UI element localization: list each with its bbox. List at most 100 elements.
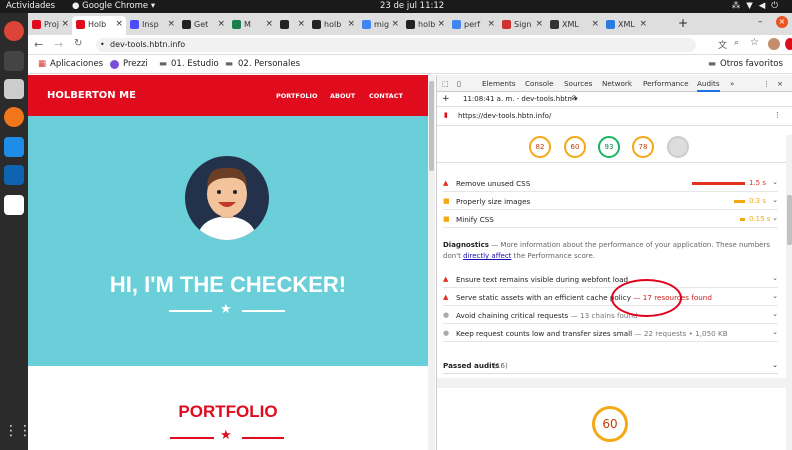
tab-label: XML <box>562 20 579 29</box>
tab-label: Get <box>194 20 209 29</box>
browser-tab[interactable]: XML × <box>602 16 650 35</box>
star-icon: ★ <box>220 302 232 317</box>
browser-tab[interactable]: Sign × <box>498 16 546 35</box>
browser-tab[interactable]: XML × <box>546 16 602 35</box>
passed-audits-toggle[interactable]: Passed audits (16) ⌄ <box>443 357 778 374</box>
browser-tab[interactable]: mig × <box>358 16 402 35</box>
tab-close-icon[interactable]: × <box>115 16 123 33</box>
reload-button[interactable]: ↻ <box>74 38 82 49</box>
audit-report-select[interactable]: 11:08:41 a. m. - dev-tools.hbtn ▾ <box>463 95 578 103</box>
browser-tab[interactable]: holb × <box>402 16 448 35</box>
page-scrollbar[interactable] <box>428 75 435 450</box>
app-menu[interactable]: ● Google Chrome ▾ <box>72 1 155 11</box>
browser-tab[interactable]: perf × <box>448 16 498 35</box>
translate-icon[interactable]: 文 <box>718 38 727 51</box>
bookmark-personales[interactable]: 02. Personales <box>238 59 300 69</box>
inspect-icon[interactable]: ⬚ <box>442 79 449 88</box>
clock[interactable]: 23 de jul 11:12 <box>380 1 444 11</box>
devtools-scrollbar[interactable] <box>786 135 792 450</box>
score-gauge-pwa[interactable] <box>667 136 689 158</box>
chrome-launcher-icon[interactable] <box>4 21 24 41</box>
devtools-menu-icon[interactable]: ⋮ <box>763 79 770 88</box>
score-gauge-best-practices[interactable]: 93 <box>598 136 620 158</box>
diagnostic-row[interactable]: ▲ Ensure text remains visible during webf… <box>443 271 778 288</box>
opportunity-row[interactable]: ■ Minify CSS 0.15 s ⌄ <box>443 211 778 228</box>
tab-elements[interactable]: Elements <box>482 79 516 88</box>
audit-menu-icon[interactable]: ⋮ <box>774 111 781 119</box>
more-tabs-button[interactable]: » <box>730 79 734 88</box>
tab-close-icon[interactable]: × <box>61 16 69 33</box>
activities-button[interactable]: Actividades <box>6 1 55 11</box>
tab-console[interactable]: Console <box>525 79 554 88</box>
bookmark-star-icon[interactable]: ☆ <box>750 37 759 48</box>
browser-tab[interactable]: M × <box>228 16 276 35</box>
opportunity-label: Remove unused CSS <box>456 179 531 188</box>
device-toggle-icon[interactable]: ▯ <box>457 79 461 88</box>
tab-close-icon[interactable]: × <box>535 16 543 33</box>
diagnostics-link[interactable]: directly affect <box>463 252 511 260</box>
browser-tab[interactable]: holb × <box>308 16 358 35</box>
chevron-down-icon: ⌄ <box>772 292 778 300</box>
tab-close-icon[interactable]: × <box>639 16 647 33</box>
tab-close-icon[interactable]: × <box>591 16 599 33</box>
back-button[interactable]: ← <box>34 38 43 51</box>
browser-tab[interactable]: × <box>276 16 308 35</box>
bookmark-other[interactable]: Otros favoritos <box>720 59 783 69</box>
nav-contact[interactable]: CONTACT <box>369 92 403 100</box>
opportunity-row[interactable]: ▲ Remove unused CSS 1.5 s ⌄ <box>443 175 778 192</box>
tab-audits[interactable]: Audits <box>697 79 720 92</box>
clear-icon[interactable]: ⊘ <box>571 94 577 102</box>
new-tab-button[interactable]: + <box>678 16 688 30</box>
window-minimize-button[interactable]: – <box>758 17 763 27</box>
bookmark-estudio[interactable]: 01. Estudio <box>171 59 219 69</box>
skype-icon[interactable] <box>4 137 24 157</box>
tab-close-icon[interactable]: × <box>437 16 445 33</box>
window-close-button[interactable]: × <box>776 16 788 28</box>
diagnostic-row[interactable]: ● Keep request counts low and transfer si… <box>443 325 778 342</box>
address-bar[interactable]: • dev-tools.hbtn.info <box>96 38 696 52</box>
browser-tab[interactable]: Insp × <box>126 16 178 35</box>
devtools-close-icon[interactable]: × <box>777 79 783 88</box>
tab-close-icon[interactable]: × <box>217 16 225 33</box>
tab-network[interactable]: Network <box>602 79 632 88</box>
nav-about[interactable]: ABOUT <box>330 92 355 100</box>
extension-icon[interactable] <box>785 38 792 50</box>
nav-portfolio[interactable]: PORTFOLIO <box>276 92 318 100</box>
browser-tab[interactable]: Proj × <box>28 16 72 35</box>
system-tray[interactable]: ⁂▼◀⏻ <box>732 1 784 11</box>
terminal-icon[interactable] <box>4 51 24 71</box>
forward-button[interactable]: → <box>54 38 63 51</box>
score-gauge-accessibility[interactable]: 60 <box>564 136 586 158</box>
opportunity-label: Properly size images <box>456 197 531 206</box>
score-gauge-seo[interactable]: 78 <box>632 136 654 158</box>
files-icon[interactable] <box>4 79 24 99</box>
bookmark-prezzi[interactable]: Prezzi <box>123 59 148 69</box>
apps-grid-icon[interactable]: ⋮⋮ <box>4 423 32 443</box>
new-audit-button[interactable]: + <box>442 94 450 104</box>
tab-close-icon[interactable]: × <box>265 16 273 33</box>
tab-close-icon[interactable]: × <box>487 16 495 33</box>
tab-label: holb <box>418 20 436 29</box>
tab-close-icon[interactable]: × <box>347 16 355 33</box>
tab-close-icon[interactable]: × <box>391 16 399 33</box>
apps-grid-small-icon: ▦ <box>38 59 47 69</box>
zoom-icon[interactable]: ⌕ <box>734 38 739 48</box>
bookmark-apps[interactable]: Aplicaciones <box>50 59 103 69</box>
diagnostic-row[interactable]: ● Avoid chaining critical requests — 13 c… <box>443 307 778 324</box>
slack-icon[interactable] <box>4 195 24 215</box>
postman-icon[interactable] <box>4 107 24 127</box>
profile-avatar[interactable] <box>768 38 780 50</box>
tab-close-icon[interactable]: × <box>167 16 175 33</box>
tab-performance[interactable]: Performance <box>643 79 689 88</box>
browser-tab[interactable]: Holb × <box>72 16 126 35</box>
browser-tab[interactable]: Get × <box>178 16 228 35</box>
tab-label: M <box>244 20 251 29</box>
site-brand[interactable]: HOLBERTON ME <box>47 90 136 101</box>
folder-icon: ▬ <box>708 59 717 69</box>
tab-close-icon[interactable]: × <box>297 16 305 33</box>
opportunity-row[interactable]: ■ Properly size images 0.3 s ⌄ <box>443 193 778 210</box>
tab-sources[interactable]: Sources <box>564 79 592 88</box>
score-gauge-performance[interactable]: 82 <box>529 136 551 158</box>
tab-label: Insp <box>142 20 159 29</box>
vscode-icon[interactable] <box>4 165 24 185</box>
